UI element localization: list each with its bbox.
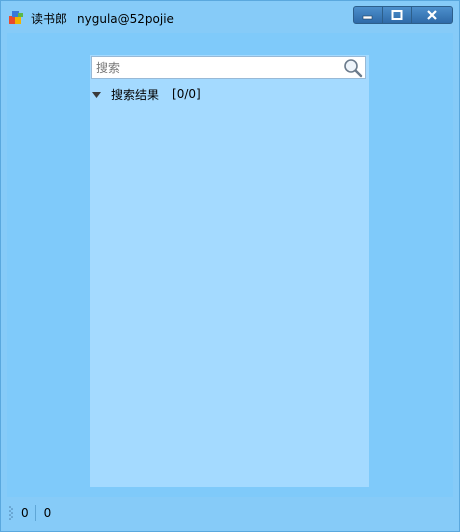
search-box[interactable]	[91, 56, 366, 79]
minimize-icon	[362, 15, 373, 20]
app-icon	[9, 11, 23, 24]
maximize-icon	[391, 10, 403, 20]
expand-caret-icon[interactable]	[92, 90, 101, 99]
window-controls	[353, 6, 453, 24]
grip-icon	[9, 506, 13, 520]
app-name: 读书郎	[31, 12, 68, 26]
window-title: 读书郎 nygula@52pojie	[31, 10, 174, 27]
search-results-label: 搜索结果	[111, 87, 160, 102]
status-divider	[34, 505, 36, 521]
status-bar: 0 0	[1, 497, 459, 531]
main-window: 读书郎 nygula@52pojie 搜索 搜索结果 [0/0] 0 0	[0, 0, 460, 532]
search-panel: 搜索结果 [0/0]	[90, 55, 369, 487]
search-results-node[interactable]: 搜索结果 [0/0]	[92, 85, 201, 103]
search-input[interactable]	[96, 59, 336, 76]
status-right-value: 0	[43, 506, 52, 520]
title-bar[interactable]: 读书郎 nygula@52pojie	[1, 1, 459, 33]
search-icon[interactable]	[343, 58, 363, 78]
close-button[interactable]	[412, 6, 453, 24]
close-icon	[427, 10, 437, 20]
minimize-button[interactable]	[353, 6, 383, 24]
user-name: nygula@52pojie	[77, 12, 174, 26]
maximize-button[interactable]	[383, 6, 412, 24]
status-left-value: 0	[21, 506, 29, 520]
search-results-count: [0/0]	[172, 87, 201, 101]
client-area: 搜索结果 [0/0]	[7, 33, 453, 497]
